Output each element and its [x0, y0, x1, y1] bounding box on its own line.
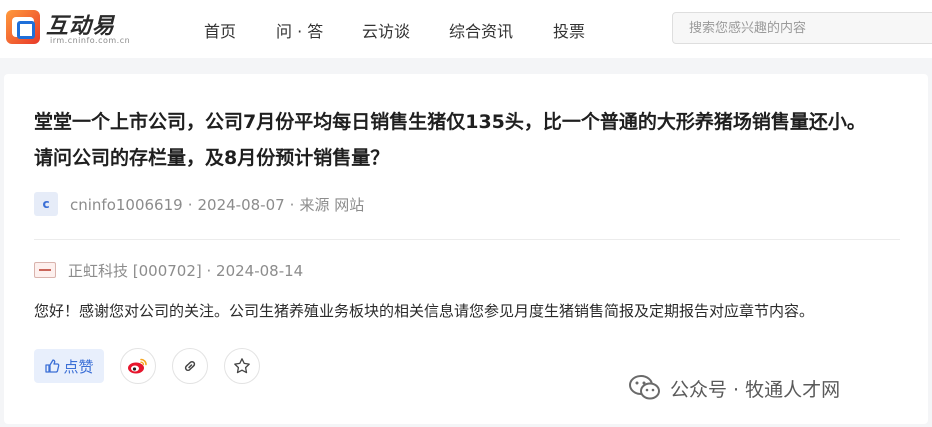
watermark-text: 公众号 · 牧通人才网 — [670, 378, 841, 401]
nav-news[interactable]: 综合资讯 — [449, 18, 513, 42]
reply-meta: 正虹科技 [000702] · 2024-08-14 — [68, 261, 304, 280]
like-label: 点赞 — [63, 357, 94, 376]
question-date: 2024-08-07 — [197, 195, 285, 214]
weibo-icon — [128, 358, 147, 374]
nav-cloud-interview[interactable]: 云访谈 — [362, 18, 410, 42]
watermark: 公众号 · 牧通人才网 — [628, 373, 840, 403]
top-bar: 互动易 irm.cninfo.com.cn 首页 问 · 答 云访谈 综合资讯 … — [0, 0, 932, 58]
search-box[interactable] — [672, 12, 932, 44]
site-logo[interactable]: 互动易 irm.cninfo.com.cn — [6, 8, 131, 48]
avatar: c — [34, 192, 58, 216]
question-title[interactable]: 堂堂一个上市公司，公司7月份平均每日销售生猪仅135头，比一个普通的大形养猪场销… — [34, 104, 884, 176]
favorite-button[interactable] — [224, 348, 260, 384]
reply-info: 正虹科技 [000702] · 2024-08-14 — [34, 259, 303, 281]
question-source: 来源 网站 — [299, 195, 365, 214]
search-input[interactable] — [673, 13, 932, 43]
company-logo-icon — [34, 262, 56, 278]
question-meta: cninfo1006619 · 2024-08-07 · 来源 网站 — [70, 195, 365, 214]
reply-date: 2024-08-14 — [216, 261, 304, 280]
link-icon — [184, 361, 196, 371]
like-button[interactable]: 点赞 — [34, 349, 104, 383]
logo-subtext: irm.cninfo.com.cn — [50, 36, 131, 45]
logo-icon — [6, 10, 40, 44]
asker-info: c cninfo1006619 · 2024-08-07 · 来源 网站 — [34, 192, 364, 216]
wechat-icon — [629, 375, 660, 400]
action-bar: 点赞 — [34, 348, 260, 384]
divider — [34, 239, 900, 240]
company-name[interactable]: 正虹科技 [000702] — [68, 262, 202, 280]
star-icon — [234, 358, 250, 374]
nav-qa[interactable]: 问 · 答 — [276, 18, 323, 42]
copy-link-button[interactable] — [172, 348, 208, 384]
answer-text: 您好！感谢您对公司的关注。公司生猪养殖业务板块的相关信息请您参见月度生猪销售简报… — [34, 302, 815, 320]
nav-home[interactable]: 首页 — [204, 18, 236, 42]
thumbs-up-icon — [45, 359, 60, 373]
nav-vote[interactable]: 投票 — [553, 18, 585, 42]
qa-card: 堂堂一个上市公司，公司7月份平均每日销售生猪仅135头，比一个普通的大形养猪场销… — [4, 74, 928, 424]
weibo-share-button[interactable] — [120, 348, 156, 384]
asker-name[interactable]: cninfo1006619 — [70, 196, 183, 214]
